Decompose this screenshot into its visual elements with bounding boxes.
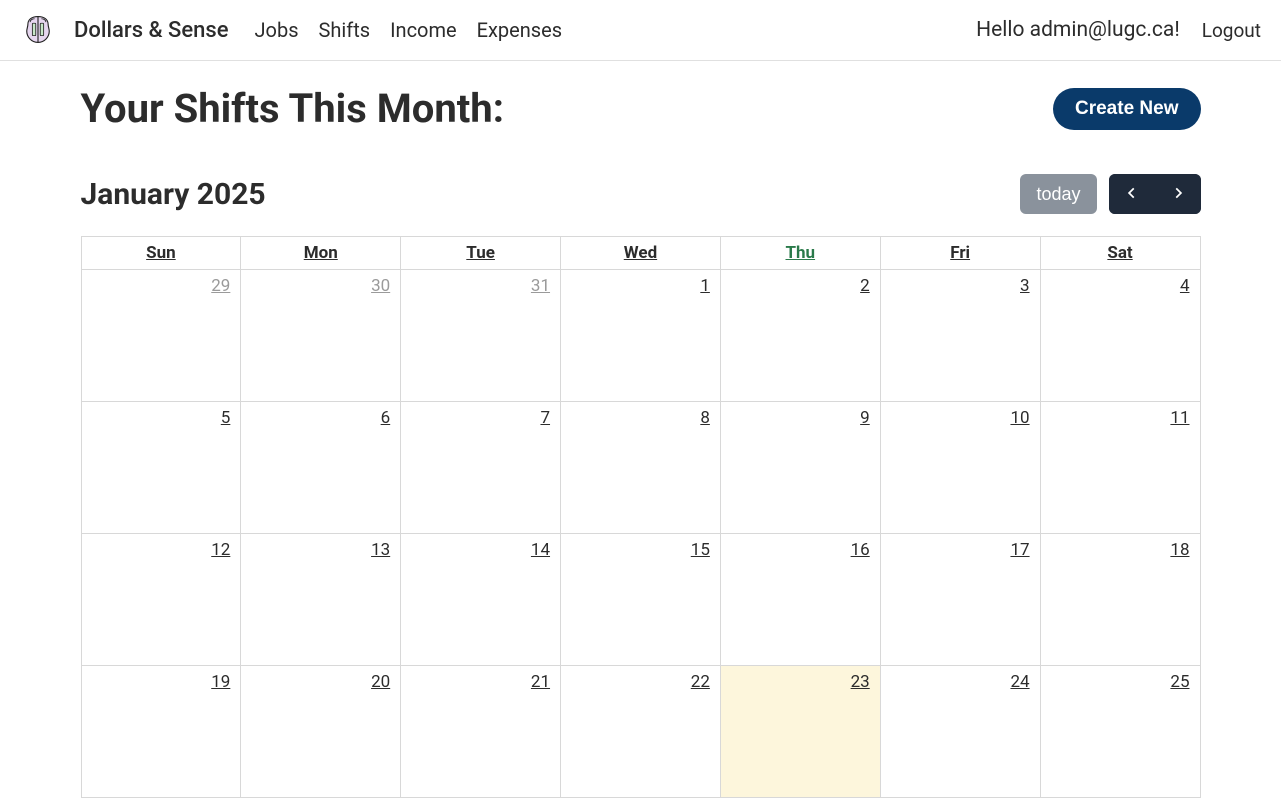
page-title: Your Shifts This Month: bbox=[81, 85, 504, 132]
navbar: Dollars & Sense Jobs Shifts Income Expen… bbox=[0, 0, 1281, 61]
day-number[interactable]: 16 bbox=[851, 540, 870, 560]
day-number[interactable]: 9 bbox=[860, 408, 870, 428]
day-number[interactable]: 29 bbox=[211, 276, 230, 296]
day-header-mon[interactable]: Mon bbox=[241, 237, 401, 270]
day-number[interactable]: 5 bbox=[221, 408, 231, 428]
calendar-day-cell[interactable]: 24 bbox=[880, 666, 1040, 798]
calendar-day-cell[interactable]: 21 bbox=[401, 666, 561, 798]
calendar-day-cell[interactable]: 7 bbox=[401, 402, 561, 534]
calendar-controls: today bbox=[1020, 174, 1200, 214]
calendar-day-cell[interactable]: 19 bbox=[81, 666, 241, 798]
day-number[interactable]: 23 bbox=[851, 672, 870, 692]
calendar-body: 2930311234567891011121314151617181920212… bbox=[81, 270, 1200, 798]
calendar-day-cell[interactable]: 2 bbox=[720, 270, 880, 402]
day-header-wed[interactable]: Wed bbox=[561, 237, 721, 270]
day-number[interactable]: 22 bbox=[691, 672, 710, 692]
chevron-left-icon bbox=[1125, 186, 1139, 203]
day-number[interactable]: 6 bbox=[381, 408, 391, 428]
nav-shifts[interactable]: Shifts bbox=[319, 18, 371, 42]
prev-month-button[interactable] bbox=[1109, 174, 1155, 214]
day-number[interactable]: 25 bbox=[1170, 672, 1189, 692]
nav-right: Hello admin@lugc.ca! Logout bbox=[976, 18, 1261, 42]
calendar-day-cell[interactable]: 9 bbox=[720, 402, 880, 534]
brand-name[interactable]: Dollars & Sense bbox=[74, 18, 229, 43]
calendar-day-cell[interactable]: 13 bbox=[241, 534, 401, 666]
day-number[interactable]: 1 bbox=[700, 276, 710, 296]
brand-logo-icon[interactable] bbox=[20, 12, 56, 48]
calendar-day-cell[interactable]: 22 bbox=[561, 666, 721, 798]
month-nav-group bbox=[1109, 174, 1201, 214]
calendar-day-cell[interactable]: 11 bbox=[1040, 402, 1200, 534]
day-header-tue[interactable]: Tue bbox=[401, 237, 561, 270]
calendar-day-cell[interactable]: 20 bbox=[241, 666, 401, 798]
page-header: Your Shifts This Month: Create New bbox=[81, 85, 1201, 132]
greeting-text: Hello admin@lugc.ca! bbox=[976, 18, 1180, 42]
day-number[interactable]: 30 bbox=[371, 276, 390, 296]
calendar-day-cell[interactable]: 10 bbox=[880, 402, 1040, 534]
nav-jobs[interactable]: Jobs bbox=[255, 18, 299, 42]
day-number[interactable]: 10 bbox=[1010, 408, 1029, 428]
calendar-day-cell[interactable]: 14 bbox=[401, 534, 561, 666]
calendar-day-cell[interactable]: 31 bbox=[401, 270, 561, 402]
day-number[interactable]: 19 bbox=[211, 672, 230, 692]
day-number[interactable]: 13 bbox=[371, 540, 390, 560]
next-month-button[interactable] bbox=[1155, 174, 1201, 214]
calendar-week-row: 29 30 31 1 2 3 4 bbox=[81, 270, 1200, 402]
day-number[interactable]: 12 bbox=[211, 540, 230, 560]
day-number[interactable]: 2 bbox=[860, 276, 870, 296]
create-new-button[interactable]: Create New bbox=[1053, 88, 1201, 130]
day-number[interactable]: 17 bbox=[1010, 540, 1029, 560]
calendar-header: January 2025 today bbox=[81, 174, 1201, 214]
day-number[interactable]: 21 bbox=[531, 672, 550, 692]
calendar-week-row: 12 13 14 15 16 17 18 bbox=[81, 534, 1200, 666]
nav-expenses[interactable]: Expenses bbox=[477, 18, 562, 42]
calendar-day-cell[interactable]: 17 bbox=[880, 534, 1040, 666]
calendar-day-cell[interactable]: 16 bbox=[720, 534, 880, 666]
calendar-day-cell[interactable]: 6 bbox=[241, 402, 401, 534]
chevron-right-icon bbox=[1171, 186, 1185, 203]
day-number[interactable]: 18 bbox=[1170, 540, 1189, 560]
main-container: Your Shifts This Month: Create New Janua… bbox=[81, 61, 1201, 798]
nav-links: Jobs Shifts Income Expenses bbox=[255, 18, 563, 42]
day-number[interactable]: 7 bbox=[540, 408, 550, 428]
calendar-week-row: 5 6 7 8 9 10 11 bbox=[81, 402, 1200, 534]
calendar-week-row: 19 20 21 22 23 24 25 bbox=[81, 666, 1200, 798]
calendar-day-cell[interactable]: 3 bbox=[880, 270, 1040, 402]
calendar-day-cell[interactable]: 23 bbox=[720, 666, 880, 798]
nav-income[interactable]: Income bbox=[390, 18, 457, 42]
day-header-fri[interactable]: Fri bbox=[880, 237, 1040, 270]
today-button[interactable]: today bbox=[1020, 174, 1096, 214]
calendar-day-cell[interactable]: 29 bbox=[81, 270, 241, 402]
day-header-thu[interactable]: Thu bbox=[720, 237, 880, 270]
day-number[interactable]: 14 bbox=[531, 540, 550, 560]
day-header-sun[interactable]: Sun bbox=[81, 237, 241, 270]
calendar-day-cell[interactable]: 18 bbox=[1040, 534, 1200, 666]
day-number[interactable]: 8 bbox=[700, 408, 710, 428]
calendar-head: SunMonTueWedThuFriSat bbox=[81, 237, 1200, 270]
calendar-grid: SunMonTueWedThuFriSat 293031123456789101… bbox=[81, 236, 1201, 798]
calendar-day-cell[interactable]: 15 bbox=[561, 534, 721, 666]
day-number[interactable]: 11 bbox=[1170, 408, 1189, 428]
calendar-day-cell[interactable]: 1 bbox=[561, 270, 721, 402]
calendar-day-cell[interactable]: 25 bbox=[1040, 666, 1200, 798]
calendar-day-cell[interactable]: 4 bbox=[1040, 270, 1200, 402]
day-number[interactable]: 20 bbox=[371, 672, 390, 692]
calendar-day-cell[interactable]: 12 bbox=[81, 534, 241, 666]
calendar-day-cell[interactable]: 30 bbox=[241, 270, 401, 402]
day-header-sat[interactable]: Sat bbox=[1040, 237, 1200, 270]
day-number[interactable]: 4 bbox=[1180, 276, 1190, 296]
calendar-day-cell[interactable]: 5 bbox=[81, 402, 241, 534]
day-number[interactable]: 15 bbox=[691, 540, 710, 560]
calendar-day-cell[interactable]: 8 bbox=[561, 402, 721, 534]
logout-link[interactable]: Logout bbox=[1202, 19, 1261, 42]
day-number[interactable]: 24 bbox=[1010, 672, 1029, 692]
day-number[interactable]: 3 bbox=[1020, 276, 1030, 296]
month-label: January 2025 bbox=[81, 177, 266, 212]
day-number[interactable]: 31 bbox=[531, 276, 550, 296]
